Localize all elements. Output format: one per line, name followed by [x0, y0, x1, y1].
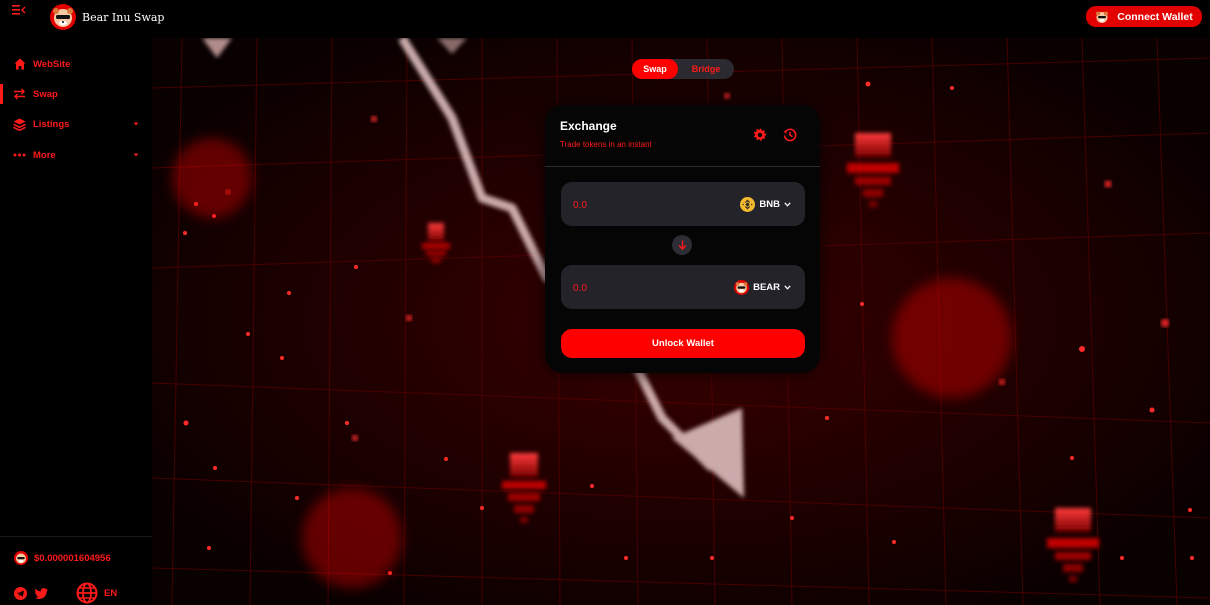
sidebar-item-listings[interactable]: Listings	[0, 111, 152, 137]
connect-wallet-label: Connect Wallet	[1117, 10, 1193, 23]
card-title: Exchange	[560, 119, 617, 133]
twitter-icon[interactable]	[35, 587, 48, 599]
chevron-down-icon	[784, 201, 791, 207]
chevron-down-icon	[784, 284, 791, 290]
chevron-down-icon	[133, 122, 139, 126]
exchange-card: Exchange Trade tokens in an instant BNB	[545, 105, 820, 373]
telegram-icon[interactable]	[14, 586, 27, 600]
settings-gear-icon[interactable]	[753, 128, 767, 142]
to-token-symbol: BEAR	[753, 281, 780, 293]
dots-icon	[13, 149, 26, 162]
sidebar-divider	[0, 536, 152, 537]
card-divider	[545, 166, 820, 167]
tab-swap[interactable]: Swap	[632, 59, 678, 79]
bear-inu-token-icon	[734, 279, 750, 295]
sidebar-item-swap[interactable]: Swap	[0, 81, 152, 107]
language-selector[interactable]: EN	[104, 588, 117, 599]
connect-wallet-button[interactable]: Connect Wallet	[1086, 6, 1202, 27]
token-price[interactable]: $0.000001604956	[14, 551, 111, 565]
to-token-selector[interactable]: BEAR	[734, 265, 791, 309]
bear-inu-token-icon	[1096, 11, 1109, 23]
sidebar-item-label: Listings	[33, 118, 70, 130]
switch-direction-button[interactable]	[672, 235, 692, 255]
token-price-value: $0.000001604956	[34, 552, 111, 564]
swap-arrows-icon	[13, 88, 26, 101]
globe-icon[interactable]	[76, 582, 98, 604]
from-token-selector[interactable]: BNB	[740, 182, 791, 226]
bear-inu-token-icon	[14, 551, 28, 565]
to-token-panel: BEAR	[561, 265, 805, 311]
history-clock-icon[interactable]	[783, 128, 797, 142]
sidebar: WebSite Swap Listings More $0.0000016049…	[0, 38, 152, 605]
top-bar: Bear Inu Swap Connect Wallet	[0, 0, 1210, 38]
home-icon	[13, 58, 26, 71]
arrow-down-icon	[678, 240, 686, 250]
sidebar-item-label: Swap	[33, 88, 58, 100]
from-token-symbol: BNB	[759, 198, 780, 210]
menu-collapse-icon[interactable]	[12, 5, 26, 15]
social-links: EN	[14, 582, 117, 604]
brand-logo[interactable]: Bear Inu Swap	[50, 4, 164, 30]
layers-icon	[13, 118, 26, 131]
sidebar-item-label: More	[33, 149, 56, 161]
brand-name: Bear Inu Swap	[82, 10, 165, 24]
from-token-panel: BNB	[561, 182, 805, 228]
tab-bridge[interactable]: Bridge	[678, 59, 734, 79]
sidebar-item-website[interactable]: WebSite	[0, 51, 152, 77]
swap-bridge-tabs: Swap Bridge	[632, 59, 734, 79]
bnb-token-icon	[740, 196, 756, 212]
card-subtitle: Trade tokens in an instant	[560, 140, 652, 149]
sidebar-item-more[interactable]: More	[0, 142, 152, 168]
from-amount-input[interactable]	[571, 182, 715, 228]
to-amount-input[interactable]	[571, 265, 715, 311]
bear-inu-logo-icon	[50, 4, 76, 30]
unlock-wallet-button[interactable]: Unlock Wallet	[561, 329, 805, 358]
sidebar-item-label: WebSite	[33, 58, 71, 70]
chevron-down-icon	[133, 153, 139, 157]
